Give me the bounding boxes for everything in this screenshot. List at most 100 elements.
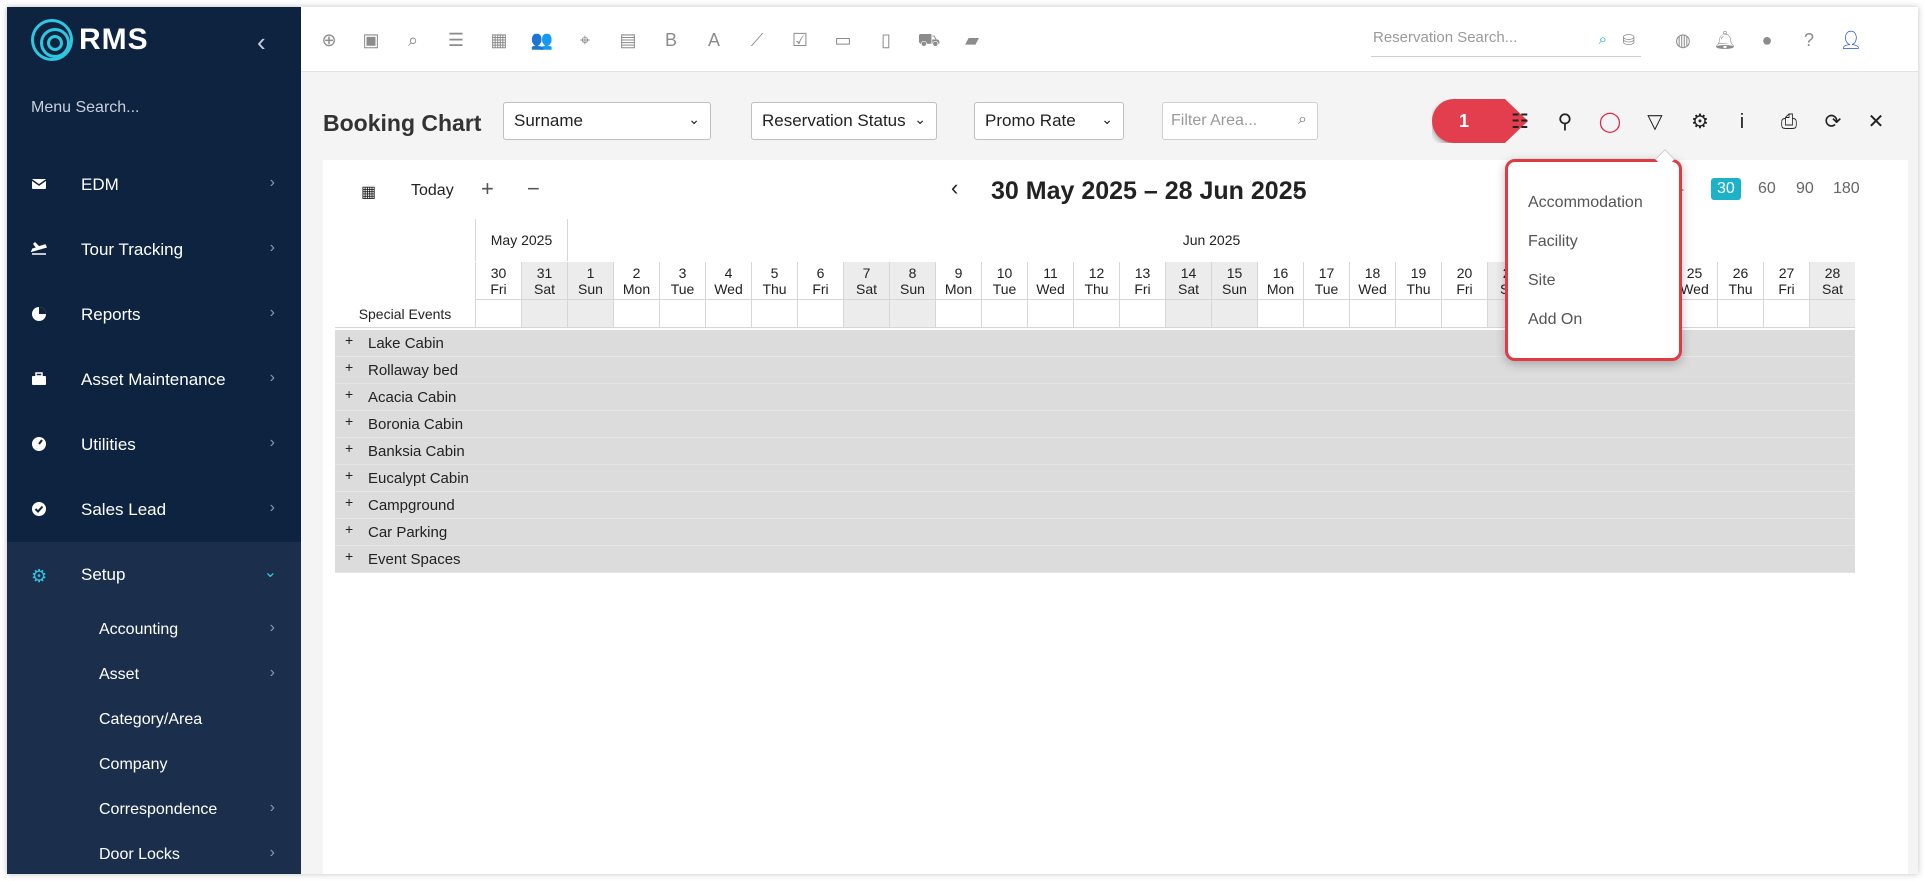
special-event-cell[interactable] xyxy=(797,300,843,328)
category-row[interactable]: + Rollaway bed xyxy=(335,357,1855,384)
print-icon[interactable]: ⎙ xyxy=(1776,109,1802,135)
day-header-cell[interactable]: 27 Fri xyxy=(1763,262,1809,300)
special-event-cell[interactable] xyxy=(475,300,521,328)
checklist-icon[interactable]: ☑ xyxy=(788,29,812,51)
day-header-cell[interactable]: 18 Wed xyxy=(1349,262,1395,300)
next-period-icon[interactable]: › xyxy=(1293,175,1300,201)
money-icon[interactable]: ▭ xyxy=(831,29,855,51)
expand-plus-icon[interactable]: + xyxy=(345,440,353,456)
collapse-sidebar-icon[interactable]: ‹ xyxy=(257,27,266,58)
day-header-cell[interactable]: 2 Mon xyxy=(613,262,659,300)
line-chart-icon[interactable]: ⟋ xyxy=(745,29,769,51)
help-icon[interactable]: ? xyxy=(1797,29,1821,51)
surname-select[interactable]: Surname ⌄ xyxy=(503,102,711,140)
special-event-cell[interactable] xyxy=(1073,300,1119,328)
expand-plus-icon[interactable]: + xyxy=(345,467,353,483)
special-event-cell[interactable] xyxy=(1165,300,1211,328)
special-event-cell[interactable] xyxy=(1303,300,1349,328)
expand-plus-icon[interactable]: + xyxy=(345,548,353,564)
category-row[interactable]: + Acacia Cabin xyxy=(335,384,1855,411)
sidebar-subitem-asset[interactable]: Asset › xyxy=(7,652,301,697)
rms-logo[interactable]: RMS xyxy=(31,19,149,61)
dropdown-item-accommodation[interactable]: Accommodation xyxy=(1528,194,1643,212)
comment-icon[interactable]: ◯ xyxy=(1597,109,1623,135)
dropdown-item-site[interactable]: Site xyxy=(1528,272,1556,290)
calendar-star-icon[interactable]: ▣ xyxy=(359,29,383,51)
special-event-cell[interactable] xyxy=(521,300,567,328)
day-header-cell[interactable]: 9 Mon xyxy=(935,262,981,300)
category-row[interactable]: + Campground xyxy=(335,492,1855,519)
dropdown-item-add-on[interactable]: Add On xyxy=(1528,311,1582,329)
map-icon[interactable]: ▤ xyxy=(616,29,640,51)
zoom-out-button[interactable]: − xyxy=(527,176,540,202)
days-option-180[interactable]: 180 xyxy=(1833,180,1860,198)
category-row[interactable]: + Eucalypt Cabin xyxy=(335,465,1855,492)
special-event-cell[interactable] xyxy=(981,300,1027,328)
calendar-icon[interactable]: ▦ xyxy=(361,182,376,202)
sidebar-subitem-category-area[interactable]: Category/Area xyxy=(7,697,301,742)
letter-a-icon[interactable]: A xyxy=(702,29,726,51)
settings-icon[interactable]: ⚙ xyxy=(1687,109,1713,135)
day-header-cell[interactable]: 28 Sat xyxy=(1809,262,1855,300)
sidebar-subitem-correspondence[interactable]: Correspondence › xyxy=(7,787,301,832)
file-chart-icon[interactable]: ▯ xyxy=(874,29,898,51)
sidebar-item-sales-lead[interactable]: Sales Lead › xyxy=(7,477,301,542)
day-header-cell[interactable]: 13 Fri xyxy=(1119,262,1165,300)
special-event-cell[interactable] xyxy=(751,300,797,328)
filter-area-input[interactable]: Filter Area... ⌕ xyxy=(1162,102,1318,140)
zoom-in-button[interactable]: + xyxy=(481,176,494,202)
previous-period-icon[interactable]: ‹ xyxy=(951,175,958,201)
sidebar-subitem-door-locks[interactable]: Door Locks › xyxy=(7,832,301,874)
day-header-cell[interactable]: 26 Thu xyxy=(1717,262,1763,300)
sidebar-item-setup[interactable]: ⚙ Setup ⌄ xyxy=(7,542,301,607)
refresh-icon[interactable]: ⟳ xyxy=(1820,109,1846,135)
special-event-cell[interactable] xyxy=(1395,300,1441,328)
day-header-cell[interactable]: 20 Fri xyxy=(1441,262,1487,300)
special-event-cell[interactable] xyxy=(1119,300,1165,328)
special-event-cell[interactable] xyxy=(613,300,659,328)
bed-icon[interactable]: ⛁ xyxy=(1622,31,1635,49)
special-event-cell[interactable] xyxy=(1027,300,1073,328)
sidebar-item-asset-maintenance[interactable]: Asset Maintenance › xyxy=(7,347,301,412)
bell-icon[interactable]: 🔔︎ xyxy=(1713,29,1737,51)
days-option-30[interactable]: 30 xyxy=(1711,178,1741,200)
grid-icon[interactable]: ▦ xyxy=(487,29,511,51)
day-header-cell[interactable]: 10 Tue xyxy=(981,262,1027,300)
search-icon[interactable]: ⌕ xyxy=(401,29,425,51)
day-header-cell[interactable]: 8 Sun xyxy=(889,262,935,300)
day-header-cell[interactable]: 19 Thu xyxy=(1395,262,1441,300)
special-event-cell[interactable] xyxy=(889,300,935,328)
add-circle-icon[interactable]: ⊕ xyxy=(317,29,341,51)
money-edit-icon[interactable]: ▰ xyxy=(960,29,984,51)
expand-plus-icon[interactable]: + xyxy=(345,413,353,429)
reservation-status-select[interactable]: Reservation Status ⌄ xyxy=(751,102,937,140)
search-icon[interactable]: ⌕ xyxy=(1599,31,1607,48)
day-header-cell[interactable]: 3 Tue xyxy=(659,262,705,300)
special-event-cell[interactable] xyxy=(1717,300,1763,328)
map-marker-icon[interactable]: ⌖ xyxy=(573,29,597,51)
day-header-cell[interactable]: 30 Fri xyxy=(475,262,521,300)
expand-plus-icon[interactable]: + xyxy=(345,521,353,537)
chart-type-list-icon[interactable]: ☷ xyxy=(1507,109,1533,135)
day-header-cell[interactable]: 5 Thu xyxy=(751,262,797,300)
sidebar-subitem-accounting[interactable]: Accounting › xyxy=(7,607,301,652)
expand-plus-icon[interactable]: + xyxy=(345,494,353,510)
today-button[interactable]: Today xyxy=(411,182,454,200)
day-header-cell[interactable]: 7 Sat xyxy=(843,262,889,300)
days-option-60[interactable]: 60 xyxy=(1758,180,1776,198)
sidebar-subitem-company[interactable]: Company xyxy=(7,742,301,787)
day-header-cell[interactable]: 17 Tue xyxy=(1303,262,1349,300)
sidebar-item-tour-tracking[interactable]: Tour Tracking › xyxy=(7,217,301,282)
close-icon[interactable]: ✕ xyxy=(1863,109,1889,135)
expand-plus-icon[interactable]: + xyxy=(345,359,353,375)
sidebar-item-edm[interactable]: EDM › xyxy=(7,152,301,217)
day-header-cell[interactable]: 15 Sun xyxy=(1211,262,1257,300)
day-header-cell[interactable]: 14 Sat xyxy=(1165,262,1211,300)
chat-icon[interactable]: ● xyxy=(1755,29,1779,51)
special-event-cell[interactable] xyxy=(1763,300,1809,328)
sidebar-item-reports[interactable]: Reports › xyxy=(7,282,301,347)
dropdown-item-facility[interactable]: Facility xyxy=(1528,233,1578,251)
pin-icon[interactable]: ⚲ xyxy=(1552,109,1578,135)
category-row[interactable]: + Event Spaces xyxy=(335,546,1855,573)
users-icon[interactable]: 👥 xyxy=(530,29,554,51)
